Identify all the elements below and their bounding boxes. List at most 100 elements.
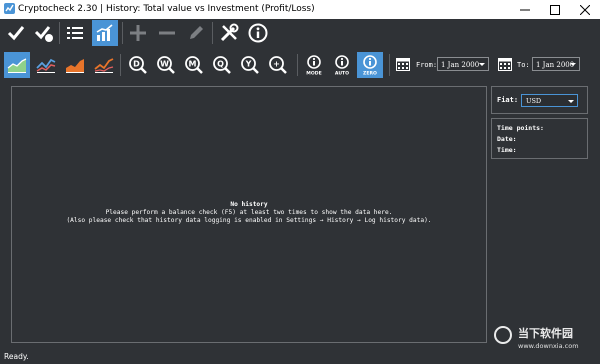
point-info-panel: Time points: Date: Time: xyxy=(491,118,588,159)
zoom-quarter-button[interactable]: Q xyxy=(209,52,235,78)
watermark-url: www.downxia.com xyxy=(518,342,579,350)
maximize-icon xyxy=(550,4,560,15)
list-button[interactable] xyxy=(62,20,88,46)
window-title: Cryptocheck 2.30 | History: Total value … xyxy=(18,4,315,14)
no-history-hint: (Also please check that history data log… xyxy=(66,217,432,224)
from-calendar-button[interactable] xyxy=(393,54,413,74)
fiat-select[interactable]: USD xyxy=(521,94,578,107)
settings-button[interactable] xyxy=(216,20,242,46)
calendar-icon xyxy=(498,58,512,71)
zoom-week-button[interactable]: W xyxy=(153,52,179,78)
calendar-icon xyxy=(396,58,410,71)
app-icon xyxy=(4,3,15,14)
zoom-day-icon: D xyxy=(129,56,147,74)
separator xyxy=(297,54,298,76)
date-label: Date: xyxy=(497,135,517,143)
area-chart-icon xyxy=(7,58,27,73)
history-toolbar: D W M Q Y + MODE AUTO ZERO From: 1 Jan 2000 To:… xyxy=(0,50,600,80)
separator xyxy=(122,22,123,44)
chart-type-area-orange-button[interactable] xyxy=(62,52,88,78)
to-date-value: 1 Jan 2000 xyxy=(536,61,575,69)
minimize-icon xyxy=(520,9,530,10)
area-orange-icon xyxy=(66,59,84,73)
zoom-month-icon: M xyxy=(185,56,203,74)
separator xyxy=(212,22,213,44)
maximize-button[interactable] xyxy=(540,0,570,19)
to-label: To: xyxy=(517,61,530,69)
title-bar: Cryptocheck 2.30 | History: Total value … xyxy=(0,0,600,20)
from-label: From: xyxy=(416,61,438,69)
add-button[interactable] xyxy=(125,20,151,46)
chart-type-area-button[interactable] xyxy=(4,52,30,78)
watermark-title: 当下软件园 xyxy=(518,327,573,340)
zero-button[interactable]: ZERO xyxy=(357,52,383,78)
separator xyxy=(389,54,390,76)
no-history-message: Please perform a balance check (F5) at l… xyxy=(105,209,393,216)
close-icon xyxy=(580,4,590,15)
check-button[interactable] xyxy=(3,20,29,46)
zoom-quarter-icon: Q xyxy=(213,56,231,74)
chevron-down-icon xyxy=(568,100,574,103)
chevron-down-icon xyxy=(570,63,576,66)
zoom-month-button[interactable]: M xyxy=(181,52,207,78)
from-date-value: 1 Jan 2000 xyxy=(441,61,480,69)
auto-icon: AUTO xyxy=(335,55,349,77)
history-chart-area[interactable]: No history Please perform a balance chec… xyxy=(11,86,487,343)
checkmark-icon xyxy=(7,26,25,41)
auto-caption: AUTO xyxy=(335,71,349,77)
mode-icon: MODE xyxy=(306,55,322,77)
status-text: Ready. xyxy=(4,352,29,361)
auto-button[interactable]: AUTO xyxy=(329,52,355,78)
to-date-picker[interactable]: 1 Jan 2000 xyxy=(532,57,580,71)
zero-icon: ZERO xyxy=(363,55,377,77)
history-chart-button[interactable] xyxy=(92,20,118,46)
main-toolbar xyxy=(0,19,600,48)
chart-icon xyxy=(96,24,113,41)
svg-text:W: W xyxy=(160,59,169,68)
remove-button[interactable] xyxy=(154,20,180,46)
about-button[interactable] xyxy=(245,20,271,46)
no-history-title: No history xyxy=(230,201,268,208)
svg-text:D: D xyxy=(133,59,140,68)
fiat-panel: Fiat: USD xyxy=(491,86,588,114)
fiat-label: Fiat: xyxy=(497,96,519,104)
chart-type-line-orange-button[interactable] xyxy=(91,52,117,78)
watermark-logo-icon xyxy=(494,326,512,344)
check-all-icon xyxy=(34,26,53,42)
info-icon xyxy=(248,23,268,43)
zoom-year-icon: Y xyxy=(241,56,259,74)
zoom-year-button[interactable]: Y xyxy=(237,52,263,78)
time-label: Time: xyxy=(497,146,517,154)
from-date-picker[interactable]: 1 Jan 2000 xyxy=(437,57,489,71)
svg-text:Q: Q xyxy=(217,59,224,68)
svg-text:Y: Y xyxy=(245,59,252,68)
zoom-day-button[interactable]: D xyxy=(125,52,151,78)
close-button[interactable] xyxy=(570,0,600,19)
time-points-label: Time points: xyxy=(497,124,544,132)
zoom-in-button[interactable]: + xyxy=(265,52,291,78)
watermark: 当下软件园 www.downxia.com xyxy=(494,322,592,360)
edit-button[interactable] xyxy=(183,20,209,46)
pencil-icon xyxy=(190,26,203,39)
mode-button[interactable]: MODE xyxy=(301,52,327,78)
zoom-week-icon: W xyxy=(157,56,175,74)
mode-caption: MODE xyxy=(306,71,321,77)
plus-icon xyxy=(130,25,146,41)
list-icon xyxy=(67,27,83,39)
to-calendar-button[interactable] xyxy=(495,54,515,74)
check-all-button[interactable] xyxy=(31,20,57,46)
fiat-value: USD xyxy=(526,97,542,105)
zero-caption: ZERO xyxy=(363,71,377,77)
tools-icon xyxy=(220,23,239,42)
minimize-button[interactable] xyxy=(510,0,540,19)
svg-text:+: + xyxy=(273,59,280,68)
svg-text:M: M xyxy=(189,59,197,68)
line-orange-icon xyxy=(94,58,114,73)
zoom-in-icon: + xyxy=(269,56,287,74)
line-chart-icon xyxy=(36,58,56,73)
minus-icon xyxy=(159,31,175,35)
chart-type-line-button[interactable] xyxy=(33,52,59,78)
separator xyxy=(59,22,60,44)
chevron-down-icon xyxy=(479,63,485,66)
separator xyxy=(120,54,121,76)
